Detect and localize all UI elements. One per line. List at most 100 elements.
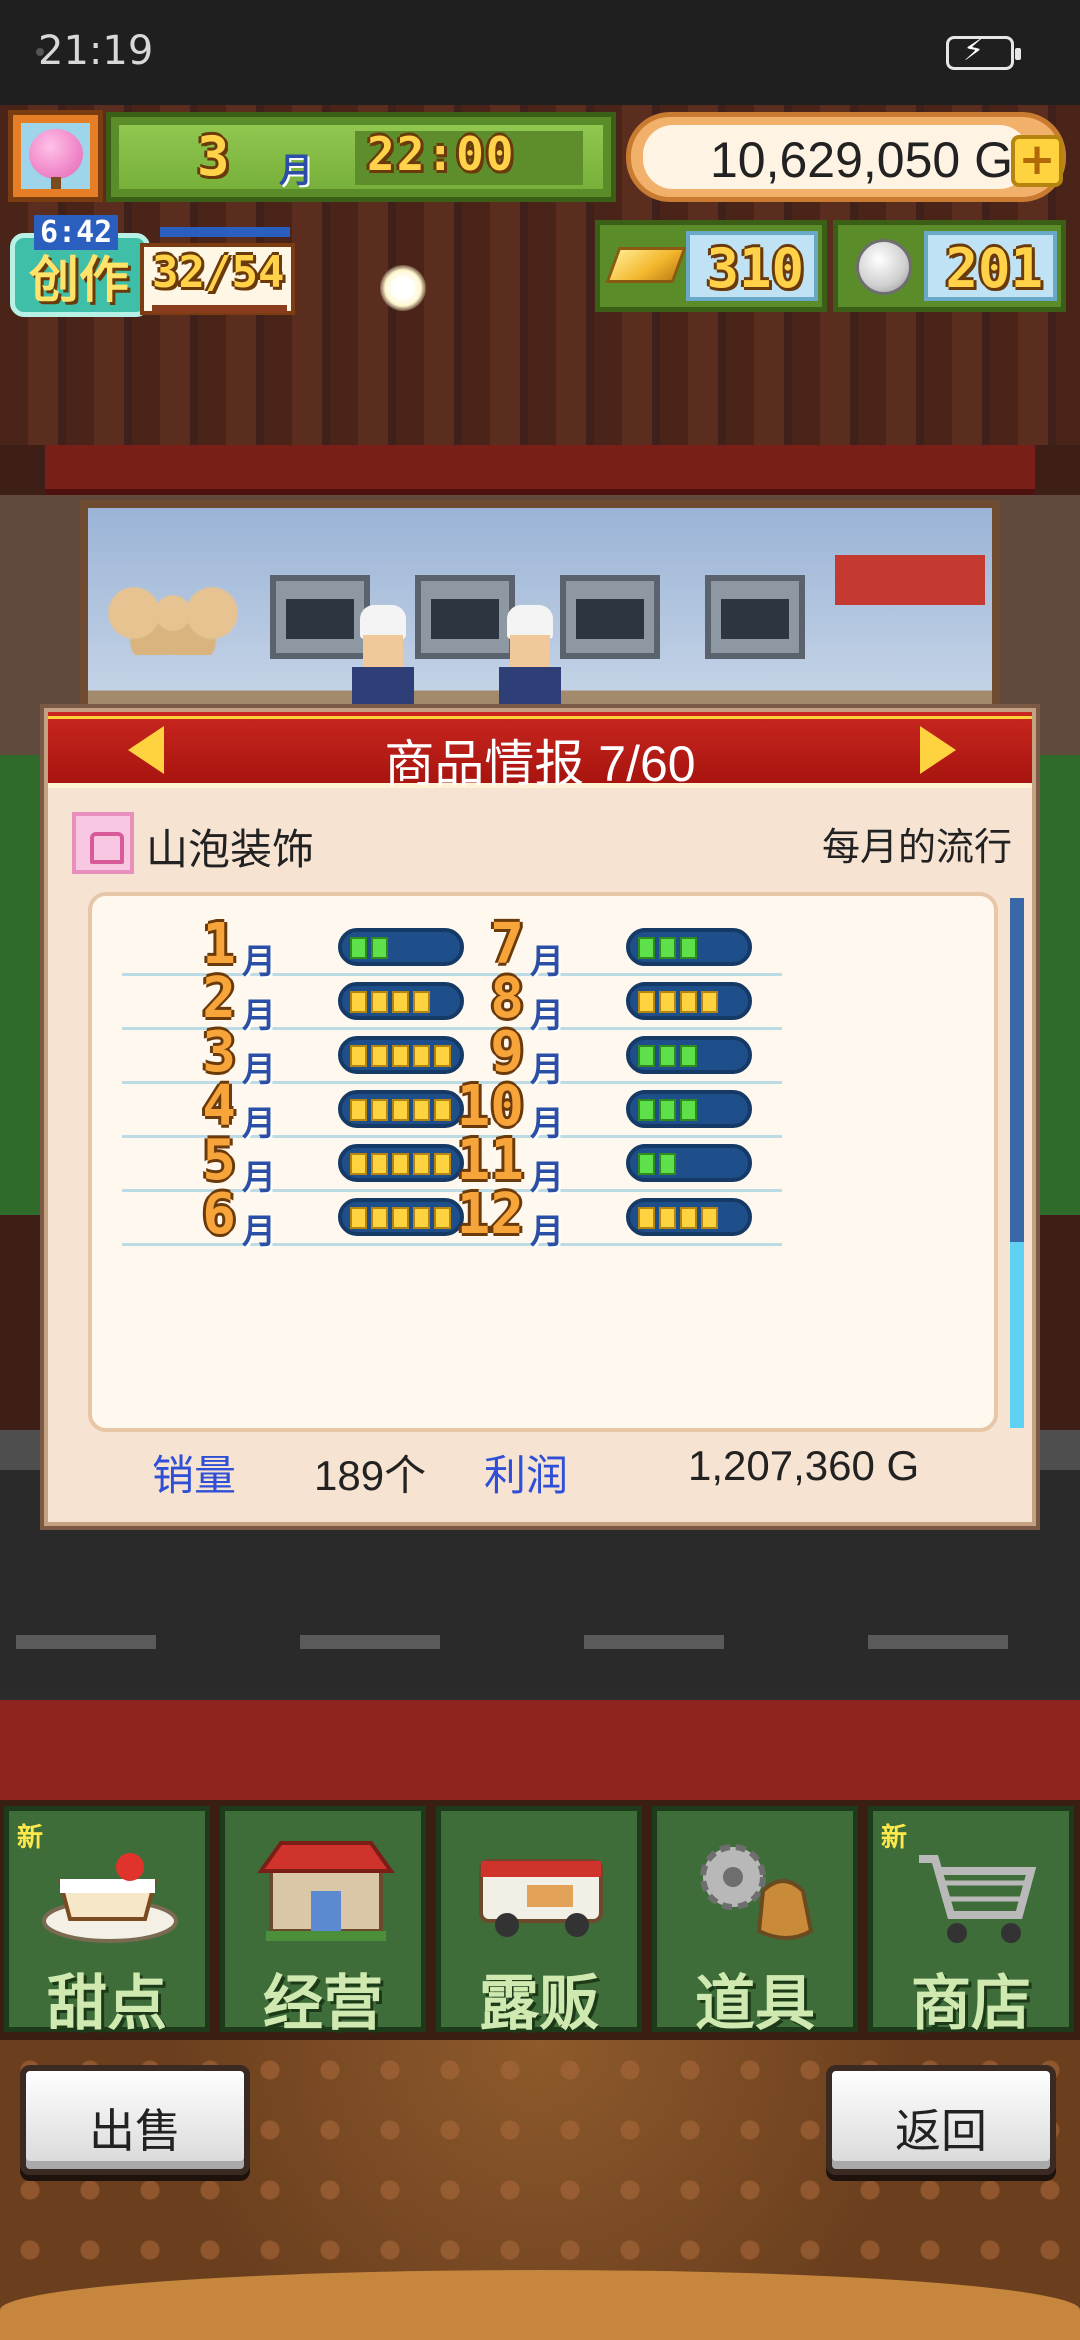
- decorative-band: [0, 1700, 1080, 1800]
- bread-display-icon: [108, 585, 238, 655]
- menu-management-button[interactable]: 经营: [220, 1806, 426, 2039]
- gold-bar-counter[interactable]: 310: [595, 220, 827, 312]
- cake-icon: [42, 1853, 178, 1943]
- trend-segment: [638, 937, 655, 959]
- money-amount: 10,629,050 G: [709, 132, 1013, 188]
- trend-segment: [392, 1045, 409, 1067]
- trend-segment: [392, 1099, 409, 1121]
- store-awning: [45, 445, 1035, 495]
- trend-segment: [701, 937, 718, 959]
- trend-segment: [722, 1153, 739, 1175]
- trend-segment: [722, 991, 739, 1013]
- trend-segment: [392, 1207, 409, 1229]
- back-button[interactable]: 返回: [826, 2065, 1056, 2175]
- oven-icon: [705, 575, 805, 659]
- bush-right: [1040, 755, 1080, 1215]
- trend-segment: [680, 1207, 697, 1229]
- oven-icon: [560, 575, 660, 659]
- trend-segment: [350, 937, 367, 959]
- trend-segment: [659, 937, 676, 959]
- chef-character: [495, 605, 565, 715]
- trend-meter: [626, 928, 752, 966]
- lane-marking: [16, 1635, 156, 1649]
- product-icon: [72, 812, 134, 874]
- trend-segment: [638, 1153, 655, 1175]
- trend-segment: [371, 1207, 388, 1229]
- ceiling-light-icon: [380, 265, 426, 311]
- create-timer-bar: [160, 227, 290, 237]
- next-product-arrow-icon[interactable]: [920, 726, 956, 774]
- trend-meter: [626, 1198, 752, 1236]
- trend-segment: [722, 937, 739, 959]
- trend-meter: [626, 1090, 752, 1128]
- trend-segment: [638, 991, 655, 1013]
- trend-segment: [701, 991, 718, 1013]
- menu-food-truck-button[interactable]: 露贩: [436, 1806, 642, 2039]
- trend-segment: [722, 1045, 739, 1067]
- date-time-panel: 3 月 22:00: [106, 112, 616, 202]
- month-number: 6: [202, 1182, 236, 1247]
- menu-desserts-button[interactable]: 新 甜点: [4, 1806, 210, 2039]
- product-name: 山泡装饰: [146, 826, 315, 873]
- month-row: 12 月: [410, 1182, 782, 1252]
- trend-segment: [680, 991, 697, 1013]
- trend-segment: [350, 1207, 367, 1229]
- status-bar: 21:19 ⚡: [0, 0, 1080, 105]
- trend-segment: [659, 991, 676, 1013]
- month-row: 8月: [410, 966, 782, 1036]
- month-row: 7月: [410, 912, 782, 982]
- trend-segment: [392, 991, 409, 1013]
- trend-segment: [371, 1045, 388, 1067]
- menu-items-button[interactable]: 道具: [652, 1806, 858, 2039]
- profit-label: 利润: [484, 1452, 569, 1499]
- sales-value: 189个: [314, 1452, 427, 1499]
- menu-label: 道具: [695, 1969, 815, 2039]
- trend-segment: [392, 937, 409, 959]
- silver-coin-counter[interactable]: 201: [833, 220, 1066, 312]
- current-month: 3: [197, 125, 230, 188]
- month-unit: 月: [242, 1212, 276, 1252]
- add-money-button[interactable]: +: [1011, 135, 1063, 187]
- trend-segment: [371, 937, 388, 959]
- trend-segment: [701, 1099, 718, 1121]
- sell-button-label: 出售: [89, 2105, 181, 2157]
- scrollbar-thumb[interactable]: [1010, 1242, 1024, 1428]
- game-clock: 22:00: [367, 127, 516, 181]
- chef-character: [348, 605, 418, 715]
- gold-bar-icon: [605, 247, 687, 283]
- sell-button[interactable]: 出售: [20, 2065, 250, 2175]
- lane-marking: [584, 1635, 724, 1649]
- trend-meter: [626, 1036, 752, 1074]
- trend-meter: [626, 1144, 752, 1182]
- product-info-panel: 商品情报 7/60 山泡装饰 每月的流行 1月 2月 3月 4月 5月 6月 7…: [44, 708, 1036, 1526]
- red-awning: [835, 555, 985, 605]
- trend-segment: [701, 1153, 718, 1175]
- panel-header: 商品情报 7/60: [48, 712, 1032, 792]
- create-label: 创作: [29, 251, 129, 309]
- lane-marking: [868, 1635, 1008, 1649]
- menu-store-button[interactable]: 新 商店: [868, 1806, 1074, 2039]
- monthly-trend-list[interactable]: 1月 2月 3月 4月 5月 6月 7月 8月 9月 10 月 11 月 12 月: [88, 892, 998, 1432]
- trend-segment: [350, 1153, 367, 1175]
- create-progress-bar: [152, 305, 287, 313]
- status-time: 21:19: [38, 28, 154, 74]
- silver-coin-count: 201: [945, 237, 1043, 300]
- food-truck-icon: [479, 1859, 603, 1937]
- gear-bag-icon: [700, 1844, 814, 1940]
- menu-label: 甜点: [47, 1969, 167, 2039]
- trend-segment: [392, 1153, 409, 1175]
- trend-segment: [680, 937, 697, 959]
- gold-bar-count: 310: [706, 237, 804, 300]
- cotton-candy-tree-icon: [29, 129, 83, 179]
- bottom-menu: 新 甜点 经营 露贩 道具 新 商店: [0, 1800, 1080, 2040]
- shop-avatar-button[interactable]: [8, 110, 103, 202]
- trend-segment: [659, 1099, 676, 1121]
- create-panel[interactable]: 创作 6:42 32/54: [10, 215, 295, 317]
- shop-icon: [257, 1841, 395, 1941]
- create-count-box: 32/54: [140, 243, 295, 315]
- trend-segment: [722, 1207, 739, 1229]
- profit-value: 1,207,360 G: [688, 1442, 920, 1489]
- create-timer: 6:42: [34, 215, 119, 250]
- trend-segment: [350, 991, 367, 1013]
- menu-label: 露贩: [479, 1969, 599, 2039]
